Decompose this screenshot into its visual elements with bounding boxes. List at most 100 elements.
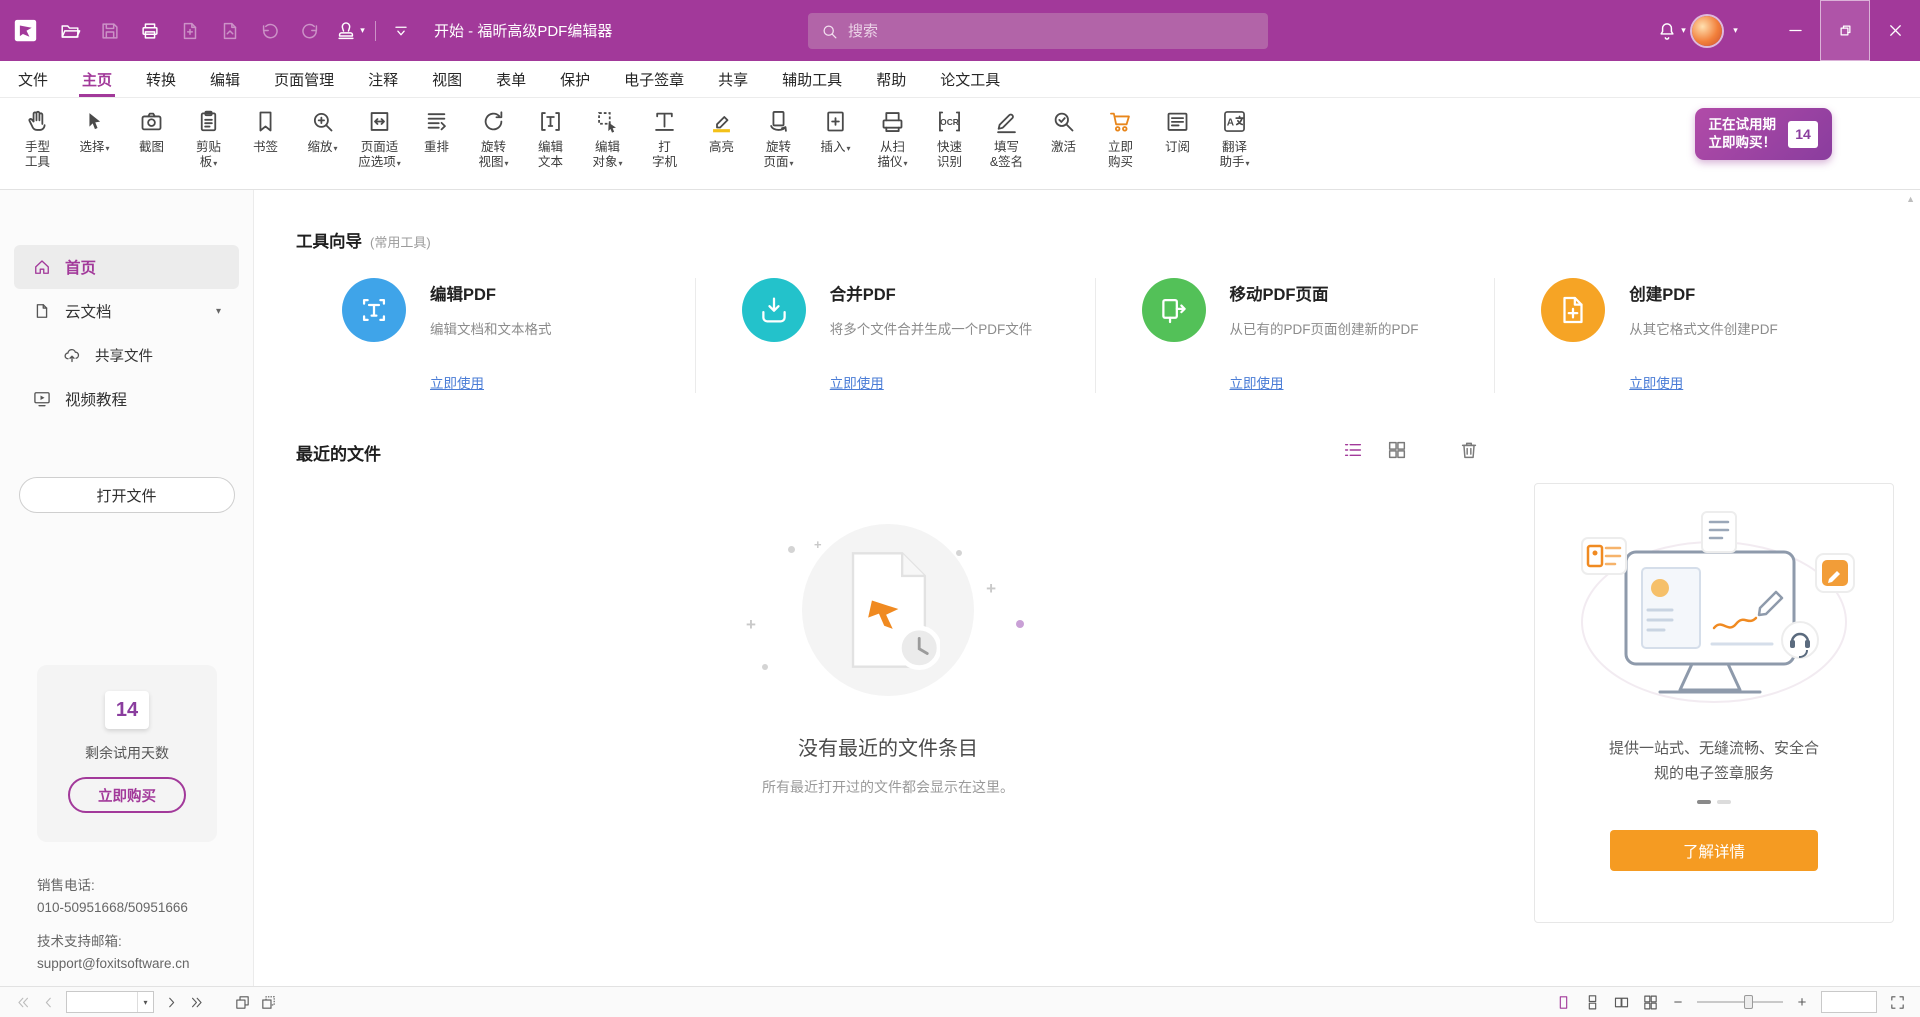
sidebar-item-shared-files[interactable]: 共享文件 — [14, 333, 239, 377]
ribbon-tool-translate-assistant[interactable]: A翻译助手▾ — [1207, 105, 1262, 189]
user-avatar[interactable] — [1692, 16, 1722, 46]
esign-stamp-button[interactable]: ▾ — [333, 13, 367, 49]
list-view-button[interactable] — [1342, 439, 1364, 466]
account-menu-button[interactable]: ▾ — [1724, 13, 1744, 49]
ribbon-tool-clipboard[interactable]: 剪贴板▾ — [181, 105, 236, 189]
empty-state-description: 所有最近打开过的文件都会显示在这里。 — [762, 777, 1014, 797]
ribbon-tool-from-scanner[interactable]: 从扫描仪▾ — [865, 105, 920, 189]
ribbon-tool-zoom[interactable]: 缩放▾ — [295, 105, 350, 189]
esign-promo-panel: 提供一站式、无缝流畅、安全合 规的电子签章服务 了解详情 — [1534, 483, 1894, 923]
edit-pdf-use-now-link[interactable]: 立即使用 — [430, 372, 484, 392]
menu-item-help[interactable]: 帮助 — [876, 61, 906, 97]
sidebar-item-cloud-docs[interactable]: 云文档▾ — [14, 289, 239, 333]
ribbon-tool-snapshot[interactable]: 截图 — [124, 105, 179, 189]
card-description: 从其它格式文件创建PDF — [1629, 318, 1778, 338]
ribbon-tool-quick-ocr[interactable]: OCR快速识别 — [922, 105, 977, 189]
save-file-button[interactable] — [93, 13, 127, 49]
print-button[interactable] — [133, 13, 167, 49]
zoom-out-button[interactable]: − — [1671, 994, 1685, 1011]
ribbon-tool-rotate-view[interactable]: 旋转视图▾ — [466, 105, 521, 189]
last-page-button[interactable] — [189, 994, 206, 1011]
create-pdf-use-now-link[interactable]: 立即使用 — [1629, 372, 1683, 392]
zoom-level-input[interactable] — [1822, 992, 1876, 1012]
page-dropdown-icon[interactable]: ▾ — [137, 992, 153, 1012]
close-button[interactable] — [1870, 0, 1920, 61]
ribbon-tool-highlight[interactable]: 高亮 — [694, 105, 749, 189]
ribbon-tool-typewriter[interactable]: 打字机 — [637, 105, 692, 189]
menu-item-protect[interactable]: 保护 — [560, 61, 590, 97]
buy-now-button[interactable]: 立即购买 — [68, 777, 186, 813]
ribbon-tool-hand-tool[interactable]: 手型工具 — [10, 105, 65, 189]
merge-pdf-use-now-link[interactable]: 立即使用 — [830, 372, 884, 392]
next-page-button[interactable] — [163, 994, 180, 1011]
grid-view-button[interactable] — [1386, 439, 1408, 466]
zoom-in-button[interactable]: + — [1795, 994, 1809, 1011]
export-document-button[interactable] — [173, 13, 207, 49]
carousel-dot-1[interactable] — [1697, 800, 1711, 804]
ribbon-tool-edit-text[interactable]: 编辑文本 — [523, 105, 578, 189]
restore-button[interactable] — [1820, 0, 1870, 61]
notifications-button[interactable]: ▾ — [1656, 13, 1686, 49]
trial-purchase-badge[interactable]: 正在试用期 立即购买！ 14 — [1695, 108, 1833, 160]
facing-view-button[interactable] — [1613, 994, 1630, 1011]
page-number-box[interactable]: ▾ — [66, 991, 154, 1013]
ribbon-tool-select[interactable]: 选择▾ — [67, 105, 122, 189]
zoom-slider-thumb[interactable] — [1744, 995, 1753, 1009]
continuous-view-button[interactable] — [1584, 994, 1601, 1011]
first-page-button[interactable] — [14, 994, 31, 1011]
ribbon-tool-edit-object[interactable]: 编辑对象▾ — [580, 105, 635, 189]
zoom-slider[interactable] — [1697, 1001, 1783, 1003]
ribbon-tool-bookmark[interactable]: 书签 — [238, 105, 293, 189]
minimize-button[interactable] — [1770, 0, 1820, 61]
card-description: 编辑文档和文本格式 — [430, 318, 552, 338]
menu-item-file[interactable]: 文件 — [18, 61, 48, 97]
copy-pages-button[interactable] — [260, 994, 277, 1011]
carousel-dot-2[interactable] — [1717, 800, 1731, 804]
foxit-logo-icon[interactable] — [12, 17, 39, 44]
card-title: 创建PDF — [1629, 281, 1778, 305]
move-pdf-pages-use-now-link[interactable]: 立即使用 — [1230, 372, 1284, 392]
fullscreen-icon[interactable] — [1889, 994, 1906, 1011]
ribbon-tool-subscribe[interactable]: 订阅 — [1150, 105, 1205, 189]
clear-recent-button[interactable] — [1458, 439, 1480, 466]
snapshot-pages-button[interactable] — [234, 994, 251, 1011]
menu-item-organize[interactable]: 页面管理 — [274, 61, 334, 97]
menu-item-view[interactable]: 视图 — [432, 61, 462, 97]
zoom-level-box[interactable] — [1821, 991, 1877, 1013]
recent-files-header: 最近的文件 — [296, 439, 1480, 466]
page-number-input[interactable] — [67, 992, 137, 1012]
support-email-address[interactable]: support@foxitsoftware.cn — [37, 953, 190, 975]
menu-item-convert[interactable]: 转换 — [146, 61, 176, 97]
menu-item-edit[interactable]: 编辑 — [210, 61, 240, 97]
menu-item-paper-tools[interactable]: 论文工具 — [940, 61, 1000, 97]
menu-item-share[interactable]: 共享 — [718, 61, 748, 97]
search-box[interactable] — [808, 13, 1268, 49]
ribbon-tool-rotate-pages[interactable]: 旋转页面▾ — [751, 105, 806, 189]
undo-button[interactable] — [253, 13, 287, 49]
ribbon-tool-buy-now[interactable]: 立即购买 — [1093, 105, 1148, 189]
learn-more-button[interactable]: 了解详情 — [1610, 830, 1818, 871]
ribbon-tool-insert[interactable]: 插入▾ — [808, 105, 863, 189]
menu-item-esign[interactable]: 电子签章 — [624, 61, 684, 97]
ribbon-tool-label: 剪贴板▾ — [196, 140, 221, 171]
ribbon-tool-fit-page-options[interactable]: 页面适应选项▾ — [352, 105, 407, 189]
ribbon-tool-fill-sign[interactable]: 填写&签名 — [979, 105, 1034, 189]
open-file-button[interactable] — [53, 13, 87, 49]
previous-page-button[interactable] — [40, 994, 57, 1011]
sidebar-item-home[interactable]: 首页 — [14, 245, 239, 289]
ribbon-tool-reflow[interactable]: 重排 — [409, 105, 464, 189]
scroll-up-icon[interactable]: ▲ — [1906, 194, 1915, 204]
menu-item-comment[interactable]: 注释 — [368, 61, 398, 97]
menu-item-accessibility[interactable]: 辅助工具 — [782, 61, 842, 97]
menu-item-form[interactable]: 表单 — [496, 61, 526, 97]
facing-continuous-view-button[interactable] — [1642, 994, 1659, 1011]
search-input[interactable] — [848, 23, 1256, 40]
open-file-button[interactable]: 打开文件 — [19, 477, 235, 513]
share-document-button[interactable] — [213, 13, 247, 49]
customize-toolbar-button[interactable] — [384, 13, 418, 49]
sidebar-item-video-tutorials[interactable]: 视频教程 — [14, 377, 239, 421]
menu-item-home[interactable]: 主页 — [82, 61, 112, 97]
single-page-view-button[interactable] — [1555, 994, 1572, 1011]
ribbon-tool-activate[interactable]: 激活 — [1036, 105, 1091, 189]
redo-button[interactable] — [293, 13, 327, 49]
